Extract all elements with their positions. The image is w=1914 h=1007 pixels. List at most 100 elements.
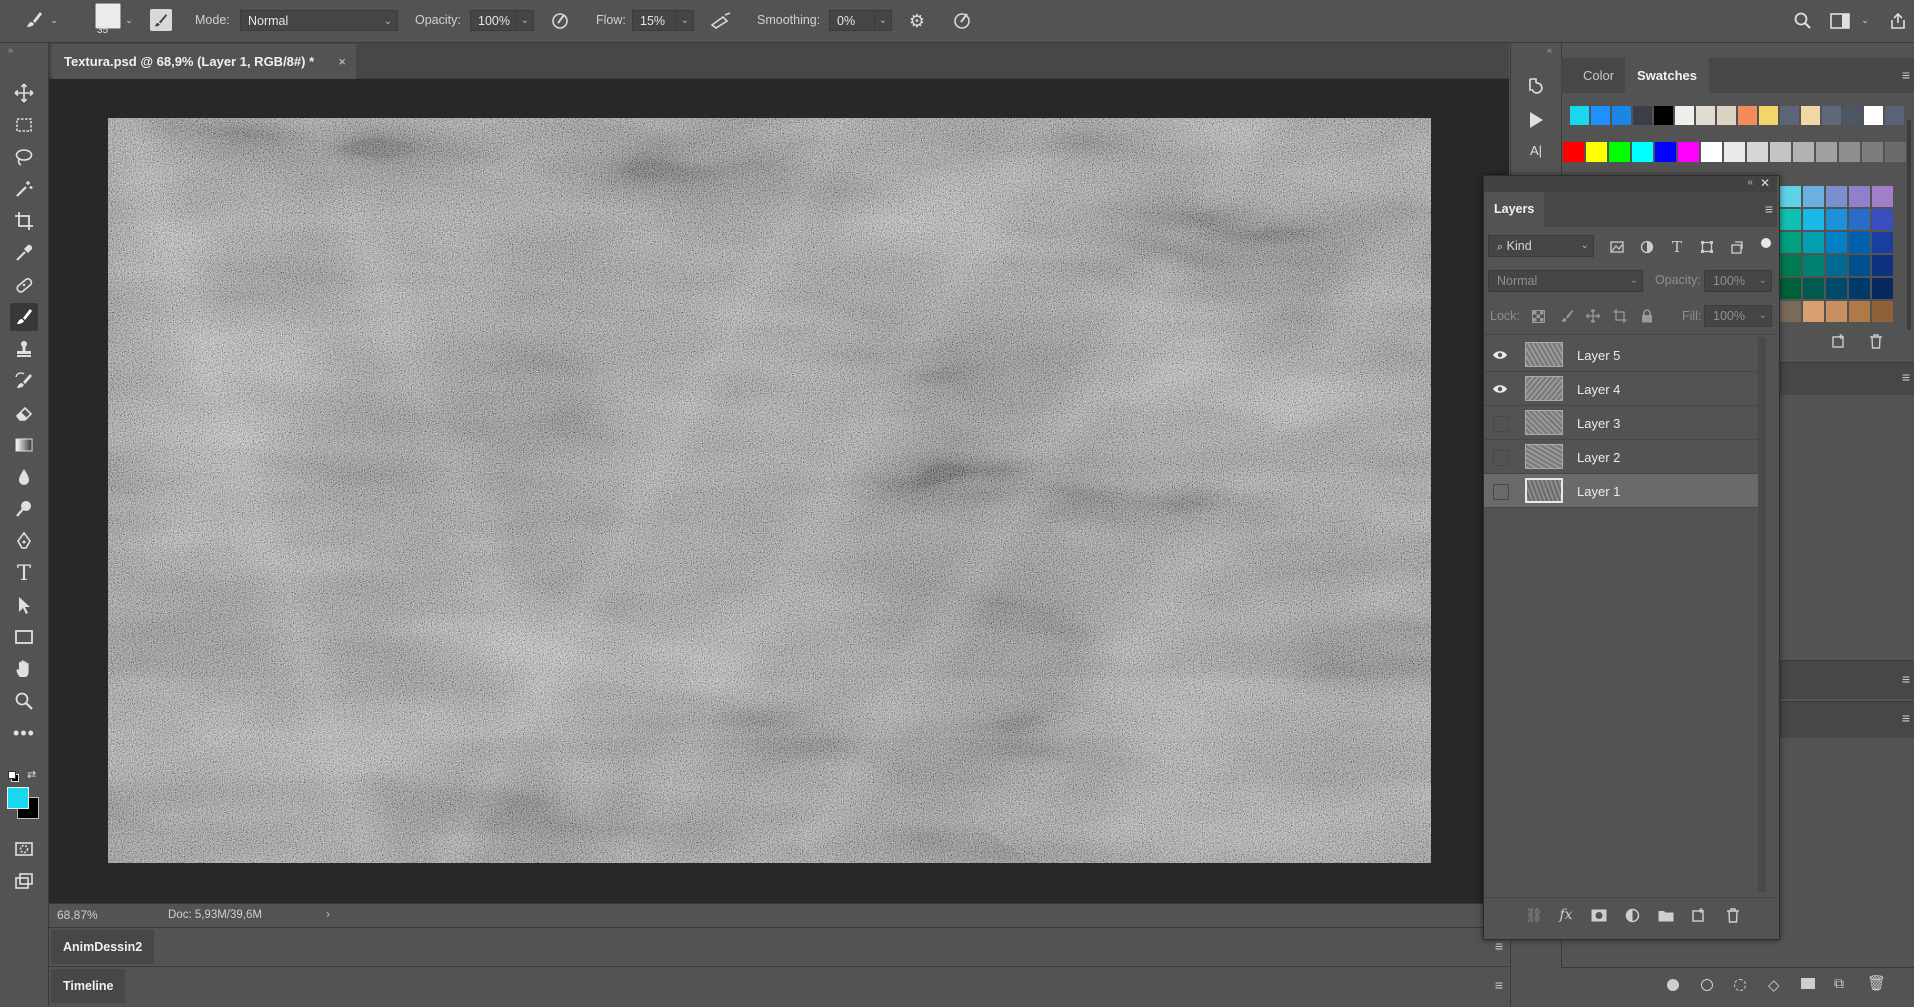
tab-color[interactable]: Color xyxy=(1571,58,1626,93)
visibility-toggle-off[interactable] xyxy=(1493,416,1509,432)
quick-mask-icon[interactable] xyxy=(10,835,38,863)
swatch[interactable] xyxy=(1793,142,1814,162)
tool-preset-chevron-icon[interactable]: ⌄ xyxy=(48,14,60,26)
panel-menu-icon[interactable]: ≡ xyxy=(1902,369,1910,385)
panel-menu-icon[interactable]: ≡ xyxy=(1765,201,1773,217)
play-actions-icon[interactable] xyxy=(1524,108,1548,132)
character-panel-icon[interactable]: A| xyxy=(1530,143,1542,158)
timeline-tab[interactable]: Timeline xyxy=(51,969,126,1003)
swatch[interactable] xyxy=(1864,106,1883,125)
brush-tool-icon[interactable] xyxy=(22,8,46,32)
lock-transparent-icon[interactable] xyxy=(1529,307,1547,325)
animdessin-tab[interactable]: AnimDessin2 xyxy=(51,930,155,964)
zoom-level[interactable]: 68,87% xyxy=(57,908,98,922)
swatch[interactable] xyxy=(1849,186,1870,207)
smoothing-chevron-icon[interactable]: ⌄ xyxy=(874,10,892,31)
mode-dropdown[interactable]: Normal ⌄ xyxy=(240,10,398,31)
flow-input[interactable]: 15% xyxy=(632,10,682,31)
load-selection-icon[interactable] xyxy=(1734,979,1746,991)
swatch[interactable] xyxy=(1780,255,1801,276)
tab-layers[interactable]: Layers xyxy=(1484,192,1544,227)
swatch[interactable] xyxy=(1803,255,1824,276)
swatch[interactable] xyxy=(1780,106,1799,125)
swatch[interactable] xyxy=(1770,142,1791,162)
workspace-chevron-icon[interactable]: ⌄ xyxy=(1859,14,1871,26)
swatch[interactable] xyxy=(1747,142,1768,162)
swatch[interactable] xyxy=(1822,106,1841,125)
collapsed-panel-header[interactable]: ≡ xyxy=(1780,660,1914,699)
swatch[interactable] xyxy=(1780,301,1801,322)
airbrush-icon[interactable] xyxy=(708,9,734,33)
swatch[interactable] xyxy=(1872,232,1893,253)
lock-position-icon[interactable] xyxy=(1584,307,1602,325)
layers-scrollbar[interactable] xyxy=(1758,337,1766,892)
swatch[interactable] xyxy=(1632,142,1653,162)
swatch[interactable] xyxy=(1872,301,1893,322)
new-group-folder-icon[interactable] xyxy=(1656,906,1676,924)
layer-row[interactable]: Layer 3 xyxy=(1484,406,1758,440)
swatch[interactable] xyxy=(1843,106,1862,125)
new-path-icon[interactable]: ⧉ xyxy=(1834,975,1844,992)
move-tool-icon[interactable] xyxy=(10,79,38,107)
link-layers-icon[interactable]: ⛓ xyxy=(1524,906,1544,924)
document-canvas[interactable] xyxy=(108,118,1431,863)
filter-adjustment-icon[interactable] xyxy=(1637,237,1657,257)
history-brush-tool-icon[interactable] xyxy=(10,367,38,395)
swatch[interactable] xyxy=(1586,142,1607,162)
lock-artboard-icon[interactable] xyxy=(1611,307,1629,325)
swatch[interactable] xyxy=(1803,186,1824,207)
swatch[interactable] xyxy=(1701,142,1722,162)
filter-toggle-icon[interactable] xyxy=(1761,238,1771,248)
swatch[interactable] xyxy=(1803,209,1824,230)
collapsed-panel-header[interactable]: ≡ xyxy=(1780,362,1914,395)
swatch[interactable] xyxy=(1803,278,1824,299)
swatch[interactable] xyxy=(1862,142,1883,162)
visibility-toggle-off[interactable] xyxy=(1493,450,1509,466)
swatch[interactable] xyxy=(1570,106,1589,125)
gradient-tool-icon[interactable] xyxy=(10,431,38,459)
brush-tool-icon[interactable] xyxy=(10,303,38,331)
collapsed-panel-header[interactable]: ≡ xyxy=(1780,701,1914,738)
visibility-toggle-off[interactable] xyxy=(1493,484,1509,500)
swatch[interactable] xyxy=(1780,186,1801,207)
swatch[interactable] xyxy=(1849,278,1870,299)
swatch[interactable] xyxy=(1803,301,1824,322)
swatch[interactable] xyxy=(1872,209,1893,230)
fx-icon[interactable]: fx xyxy=(1556,906,1576,924)
swatch[interactable] xyxy=(1655,142,1676,162)
swatch[interactable] xyxy=(1872,255,1893,276)
zoom-tool-icon[interactable] xyxy=(10,687,38,715)
close-panel-icon[interactable]: ✕ xyxy=(1760,176,1770,190)
panel-menu-icon[interactable]: ≡ xyxy=(1902,710,1910,726)
collapse-toolbar-icon[interactable]: » xyxy=(8,45,13,55)
status-menu-arrow-icon[interactable]: › xyxy=(326,907,330,921)
blur-tool-icon[interactable] xyxy=(10,463,38,491)
layer-filter-dropdown[interactable]: ⌕ Kind ⌄ xyxy=(1488,235,1594,257)
delete-layer-icon[interactable] xyxy=(1723,906,1743,924)
swatch[interactable] xyxy=(1849,255,1870,276)
add-layer-mask-icon[interactable] xyxy=(1589,906,1609,924)
swatch[interactable] xyxy=(1826,209,1847,230)
new-adjustment-layer-icon[interactable] xyxy=(1622,906,1642,924)
fill-path-icon[interactable] xyxy=(1667,979,1679,991)
clone-stamp-tool-icon[interactable] xyxy=(10,335,38,363)
hand-tool-icon[interactable] xyxy=(10,655,38,683)
default-colors-icon[interactable] xyxy=(8,771,19,782)
swatch[interactable] xyxy=(1759,106,1778,125)
gear-icon[interactable]: ⚙ xyxy=(905,9,929,33)
swatch[interactable] xyxy=(1826,232,1847,253)
swatches-scrollbar[interactable] xyxy=(1907,120,1911,330)
swatch[interactable] xyxy=(1885,106,1904,125)
pressure-opacity-icon[interactable] xyxy=(548,9,572,33)
flow-chevron-icon[interactable]: ⌄ xyxy=(676,10,694,31)
lasso-tool-icon[interactable] xyxy=(10,143,38,171)
visibility-eye-icon[interactable] xyxy=(1491,380,1509,398)
brush-picker-chevron-icon[interactable]: ⌄ xyxy=(123,14,135,26)
crop-tool-icon[interactable] xyxy=(10,207,38,235)
foreground-color-swatch[interactable] xyxy=(7,787,29,809)
swatch[interactable] xyxy=(1803,232,1824,253)
swatch[interactable] xyxy=(1675,106,1694,125)
search-icon[interactable] xyxy=(1791,9,1815,33)
swatch[interactable] xyxy=(1780,209,1801,230)
share-icon[interactable] xyxy=(1886,9,1910,33)
